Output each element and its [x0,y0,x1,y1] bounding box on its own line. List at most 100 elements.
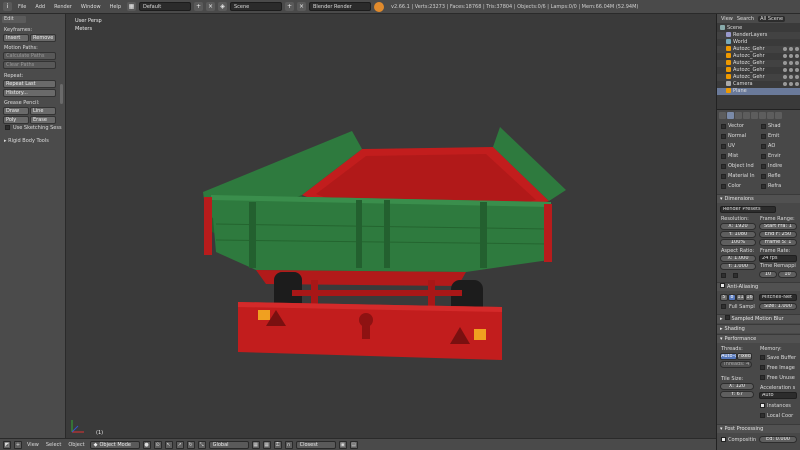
outliner[interactable]: View Search All Scene Scene RenderLayers… [717,14,800,110]
world-tab-icon[interactable] [743,112,750,119]
editor-type-icon[interactable]: i [3,2,12,11]
visibility-toggles[interactable] [783,54,799,58]
aa-samples-5[interactable]: 5 [720,294,728,301]
outliner-row-camera[interactable]: Camera [717,81,800,88]
pass-checkbox[interactable] [761,173,766,179]
erase-button[interactable]: Erase [30,116,56,124]
render-icon[interactable]: ▣ [338,440,347,449]
editor-type-3d-icon[interactable]: ◩ [3,440,11,449]
resolution-x-field[interactable]: X: 1920 [720,223,756,230]
border-checkbox[interactable] [721,273,726,278]
visibility-toggles[interactable] [783,47,799,51]
pass-object-index[interactable]: Object Ind [721,162,754,170]
pass-checkbox[interactable] [761,123,766,129]
repeat-last-button[interactable]: Repeat Last [3,80,56,88]
add-screen-icon[interactable]: + [194,2,203,11]
calculate-paths-button[interactable]: Calculate Paths [3,52,56,60]
frame-start-field[interactable]: Start Fra: 1 [759,223,797,230]
close-screen-icon[interactable]: × [206,2,215,11]
menu-render[interactable]: Render [51,4,75,10]
viewport-shading-icon[interactable]: ● [142,440,151,449]
transform-orientation-select[interactable]: Global [208,440,249,449]
pass-checkbox[interactable] [721,133,726,139]
outliner-row-object[interactable]: Autozc_Gehr [717,74,800,81]
texture-tab-icon[interactable] [775,112,782,119]
menu-select[interactable]: Select [44,442,63,448]
object-tab-icon[interactable] [751,112,758,119]
motion-blur-checkbox[interactable] [724,315,730,320]
screen-layout-icon[interactable]: ▦ [127,2,136,11]
pass-environment[interactable]: Envir [761,152,781,160]
pass-checkbox[interactable] [761,163,766,169]
anti-aliasing-checkbox[interactable] [720,283,725,288]
trailer-model[interactable] [66,14,716,438]
render-engine-select[interactable]: Blender Render [309,2,371,11]
time-remap-old-field[interactable]: 10 [759,271,777,278]
history-button[interactable]: History... [3,89,56,97]
line-button[interactable]: Line [30,107,56,115]
pass-checkbox[interactable] [721,123,726,129]
aa-samples-16[interactable]: 16 [745,294,754,301]
pass-shadow[interactable]: Shad [761,122,781,130]
manipulator-icon[interactable]: ↖ [164,440,173,449]
pass-checkbox[interactable] [761,133,766,139]
pass-uv[interactable]: UV [721,142,735,150]
snap-magnet-icon[interactable]: ∩ [284,440,293,449]
close-scene-icon[interactable]: × [297,2,306,11]
tool-shelf-scrollbar[interactable] [60,84,63,104]
outliner-search-menu[interactable]: Search [737,16,754,22]
render-anim-icon[interactable]: ▤ [349,440,358,449]
threads-auto-detect-button[interactable]: Auto-de [720,353,737,360]
scene-field[interactable]: Scene [230,2,282,11]
frame-step-field[interactable]: Frame S: 1 [759,239,797,246]
material-tab-icon[interactable] [767,112,774,119]
snap-target-select[interactable]: Closest [295,440,336,449]
render-presets-menu[interactable]: Render Presets [720,206,776,213]
outliner-row-object[interactable]: Autozc_Gehr [717,46,800,53]
local-coords-checkbox[interactable] [760,413,765,418]
resolution-y-field[interactable]: Y: 1080 [720,231,756,238]
resolution-percentage-field[interactable]: 100% [720,239,756,246]
lock-icon[interactable]: ⚿ [273,440,282,449]
outliner-row-object[interactable]: Autozc_Gehr [717,53,800,60]
outliner-filter-select[interactable]: All Scene [758,15,786,22]
scene-tab-icon[interactable] [735,112,742,119]
poly-button[interactable]: Poly [3,116,29,124]
rigid-body-tools-header[interactable]: ▸ Rigid Body Tools [4,138,49,144]
pass-checkbox[interactable] [721,173,726,179]
outliner-row-object[interactable]: Autozc_Gehr [717,67,800,74]
menu-view[interactable]: View [25,442,41,448]
layers-icon[interactable]: ▦ [251,440,260,449]
pass-ao[interactable]: AO [761,142,775,150]
save-buffers-checkbox[interactable] [760,355,765,360]
crop-checkbox[interactable] [733,273,738,278]
draw-button[interactable]: Draw [3,107,29,115]
aa-samples-11[interactable]: 11 [736,294,745,301]
tile-y-field[interactable]: Y: 67 [720,391,754,398]
threads-fixed-button[interactable]: Fixed [737,353,752,360]
sketching-checkbox[interactable] [5,125,10,130]
compositing-checkbox[interactable] [721,437,726,442]
add-scene-icon[interactable]: + [285,2,294,11]
frame-end-field[interactable]: End F: 250 [759,231,797,238]
pass-refraction[interactable]: Refra [761,182,781,190]
post-processing-panel-header[interactable]: ▾ Post Processing [717,424,800,433]
rotate-icon[interactable]: ↻ [186,440,195,449]
outliner-row-scene[interactable]: Scene [717,25,800,32]
aa-filter-select[interactable]: Mitchell-Net [759,294,797,301]
pass-reflection[interactable]: Refle [761,172,781,180]
aspect-x-field[interactable]: X: 1.000 [720,255,756,262]
aa-filter-size-field[interactable]: Size: 1.000 [759,303,797,310]
acceleration-select[interactable]: Auto [759,392,797,399]
pass-checkbox[interactable] [761,183,766,189]
menu-window[interactable]: Window [78,4,104,10]
anti-aliasing-panel-header[interactable]: Anti-Aliasing [717,282,800,291]
aa-samples-8[interactable]: 8 [728,294,736,301]
outliner-view-menu[interactable]: View [721,16,733,22]
pass-checkbox[interactable] [721,183,726,189]
pass-checkbox[interactable] [721,143,726,149]
layers-icon-2[interactable]: ▦ [262,440,271,449]
menu-add[interactable]: Add [32,4,48,10]
performance-panel-header[interactable]: ▾ Performance [717,334,800,343]
render-tab-icon[interactable] [719,112,726,119]
